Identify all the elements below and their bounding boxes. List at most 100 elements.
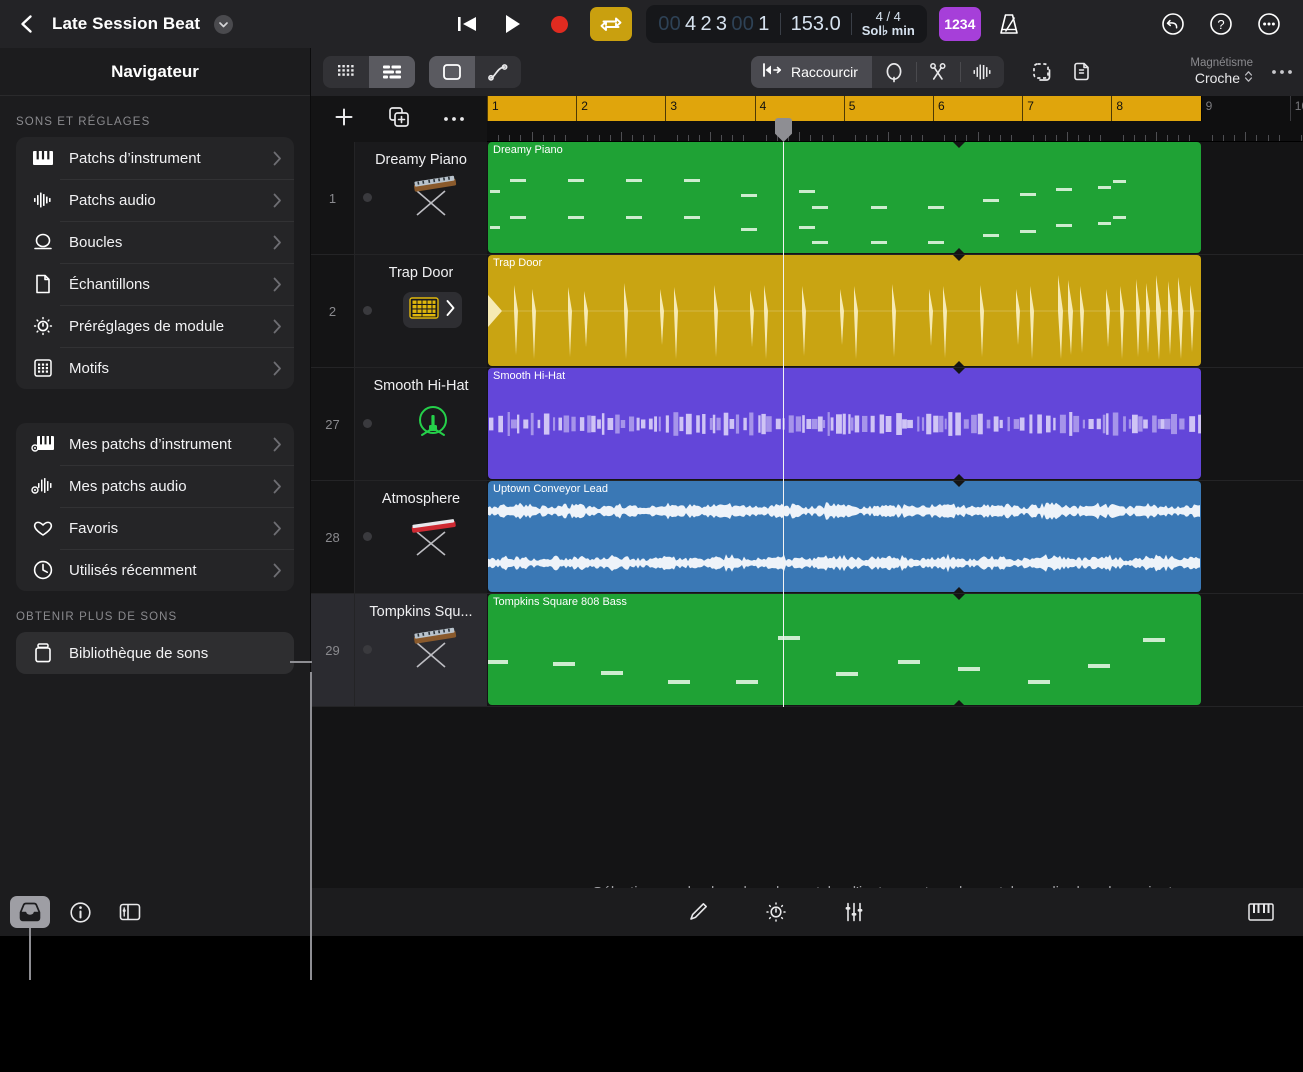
record-enable-dot[interactable] bbox=[363, 644, 372, 654]
region-notch bbox=[953, 474, 965, 480]
ruler-sub-tick bbox=[899, 135, 901, 141]
region-notch bbox=[953, 594, 965, 600]
sidebar-item-my-audio-patches[interactable]: Mes patchs audio bbox=[16, 465, 294, 507]
region[interactable]: Smooth Hi-Hat bbox=[488, 368, 1201, 479]
sidebar-item-patterns[interactable]: Motifs bbox=[16, 347, 294, 389]
plus-add-track-icon[interactable] bbox=[333, 106, 355, 133]
callout-line-browser bbox=[29, 928, 31, 980]
midi-notes bbox=[490, 179, 1126, 244]
snap-control[interactable]: Magnétisme Croche bbox=[1190, 56, 1253, 88]
cycle-loop-icon[interactable] bbox=[590, 7, 633, 41]
region[interactable]: Trap Door bbox=[488, 255, 1201, 366]
sidebar-item-instrument-patches[interactable]: Patchs d’instrument bbox=[16, 137, 294, 179]
lcd-position[interactable]: 00 4 2 3 00 1 bbox=[658, 13, 769, 36]
info-circle-icon[interactable] bbox=[60, 896, 100, 928]
track-header[interactable]: Trap Door bbox=[355, 255, 487, 368]
sidebar-item-favorites[interactable]: Favoris bbox=[16, 507, 294, 549]
region-rectangle-icon[interactable] bbox=[429, 56, 475, 88]
track-row[interactable]: 29 Tompkins Squ... Tompkins Square 808 B… bbox=[311, 594, 1303, 707]
track-header[interactable]: Smooth Hi-Hat bbox=[355, 368, 487, 481]
chevron-down-icon[interactable] bbox=[214, 14, 234, 34]
duplicate-pages-icon[interactable] bbox=[1062, 61, 1102, 83]
chevron-left-icon[interactable] bbox=[16, 13, 38, 35]
track-lane[interactable]: Trap Door bbox=[487, 255, 1303, 368]
track-list-icon[interactable] bbox=[369, 56, 415, 88]
patch-selector-button[interactable] bbox=[403, 292, 462, 328]
record-icon[interactable] bbox=[536, 5, 582, 43]
lcd-signature-key[interactable]: 4 / 4 Sol♭ min bbox=[862, 10, 915, 37]
sidebar-item-sound-library[interactable]: Bibliothèque de sons bbox=[16, 632, 294, 674]
scissors-split-icon[interactable] bbox=[915, 56, 960, 88]
region[interactable]: Dreamy Piano bbox=[488, 142, 1201, 253]
track-header[interactable]: Dreamy Piano bbox=[355, 142, 487, 255]
ruler-bar-numbers[interactable]: 1 2 3 4 5 6 7 8 9 10 bbox=[487, 96, 1303, 121]
ruler-bar-tick bbox=[665, 96, 667, 121]
timeline-ruler[interactable]: 1 2 3 4 5 6 7 8 9 10 bbox=[487, 96, 1303, 142]
ruler-sub-tick bbox=[1133, 135, 1135, 141]
track-row[interactable]: 28 Atmosphere Uptown Conveyor Lead bbox=[311, 481, 1303, 594]
automation-curve-icon[interactable] bbox=[475, 56, 521, 88]
sidebar-item-recently-used[interactable]: Utilisés récemment bbox=[16, 549, 294, 591]
track-lane[interactable]: Uptown Conveyor Lead bbox=[487, 481, 1303, 594]
region-notch bbox=[953, 248, 965, 254]
side-panel-icon[interactable] bbox=[110, 896, 150, 928]
ruler-bar-number: 1 bbox=[492, 99, 499, 113]
track-lane[interactable]: Tompkins Square 808 Bass bbox=[487, 594, 1303, 707]
join-regions-icon[interactable] bbox=[959, 56, 1004, 88]
snap-value-row: Croche bbox=[1190, 70, 1253, 88]
track-number: 1 bbox=[311, 142, 355, 255]
duplicate-track-icon[interactable] bbox=[387, 105, 411, 134]
ruler-bar-number: 2 bbox=[581, 99, 588, 113]
metronome-icon[interactable] bbox=[991, 7, 1027, 41]
sidebar-item-loops[interactable]: Boucles bbox=[16, 221, 294, 263]
sidebar-item-samples[interactable]: Échantillons bbox=[16, 263, 294, 305]
mixer-faders-icon[interactable] bbox=[834, 896, 874, 928]
track-header[interactable]: Atmosphere bbox=[355, 481, 487, 594]
ruler-subdivisions[interactable] bbox=[487, 121, 1303, 142]
track-row[interactable]: 1 Dreamy Piano Dreamy Piano bbox=[311, 142, 1303, 255]
ruler-sub-tick bbox=[531, 132, 533, 141]
track-lane[interactable]: Dreamy Piano bbox=[487, 142, 1303, 255]
ruler-bar-number: 4 bbox=[759, 99, 767, 113]
chevron-right-icon bbox=[273, 319, 282, 334]
record-enable-dot[interactable] bbox=[363, 531, 372, 541]
loop-region-icon[interactable] bbox=[872, 56, 916, 88]
editor-overflow-menu-icon[interactable] bbox=[1271, 68, 1293, 76]
keyboard-stand-icon[interactable] bbox=[378, 627, 487, 670]
play-icon[interactable] bbox=[490, 5, 536, 43]
record-enable-dot[interactable] bbox=[363, 305, 372, 315]
count-in-button[interactable]: 1234 bbox=[938, 7, 981, 41]
grid-cells-icon[interactable] bbox=[323, 56, 369, 88]
copy-dashed-icon[interactable] bbox=[1022, 61, 1062, 83]
sidebar-item-my-instrument-patches[interactable]: Mes patchs d’instrument bbox=[16, 423, 294, 465]
track-number: 29 bbox=[311, 594, 355, 707]
sidebar-item-audio-patches[interactable]: Patchs audio bbox=[16, 179, 294, 221]
lcd-display[interactable]: 00 4 2 3 00 1 153.0 4 / 4 Sol♭ min bbox=[646, 5, 927, 43]
track-row[interactable]: 27 Smooth Hi-Hat Smooth Hi-Hat bbox=[311, 368, 1303, 481]
record-enable-dot[interactable] bbox=[363, 192, 372, 202]
red-keyboard-stand-icon[interactable] bbox=[378, 515, 487, 557]
record-enable-dot[interactable] bbox=[363, 418, 372, 428]
tool-selector-button[interactable]: Raccourcir bbox=[751, 56, 872, 88]
piano-keyboard-icon[interactable] bbox=[1241, 896, 1281, 928]
track-header[interactable]: Tompkins Squ... bbox=[355, 594, 487, 707]
track-lane[interactable]: Smooth Hi-Hat bbox=[487, 368, 1303, 481]
lcd-tempo[interactable]: 153.0 bbox=[791, 13, 841, 36]
hi-hat-cymbal-icon[interactable] bbox=[378, 402, 487, 444]
more-ellipsis-icon[interactable] bbox=[443, 110, 465, 128]
ruler-sub-tick bbox=[721, 135, 723, 141]
track-row[interactable]: 2 Trap Door Trap Door bbox=[311, 255, 1303, 368]
help-icon[interactable]: ? bbox=[1209, 12, 1233, 36]
keyboard-stand-icon[interactable] bbox=[378, 175, 487, 218]
undo-icon[interactable] bbox=[1161, 12, 1185, 36]
plugin-knob-icon[interactable] bbox=[756, 896, 796, 928]
more-ellipsis-icon[interactable] bbox=[1257, 12, 1281, 36]
region[interactable]: Tompkins Square 808 Bass bbox=[488, 594, 1201, 705]
rewind-to-start-icon[interactable] bbox=[444, 5, 490, 43]
sidebar-item-plugin-presets[interactable]: Préréglages de module bbox=[16, 305, 294, 347]
pencil-edit-icon[interactable] bbox=[678, 896, 718, 928]
region[interactable]: Uptown Conveyor Lead bbox=[488, 481, 1201, 592]
browser-tray-icon[interactable] bbox=[10, 896, 50, 928]
lcd-divider-1 bbox=[779, 13, 781, 35]
bottom-bar-right bbox=[1241, 896, 1303, 928]
